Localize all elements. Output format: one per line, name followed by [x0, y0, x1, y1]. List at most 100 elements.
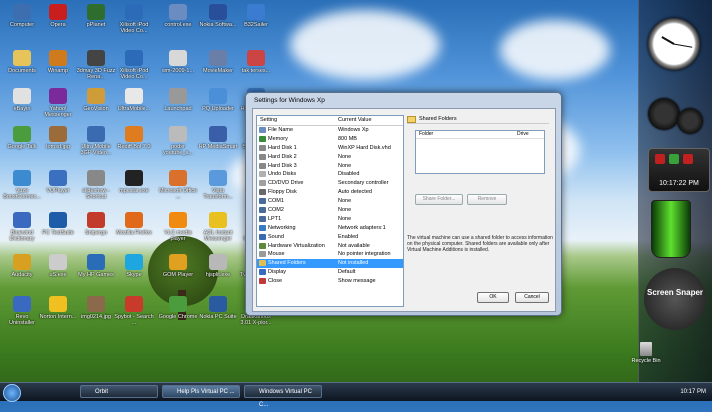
settings-row[interactable]: LPT1 None	[257, 215, 403, 224]
settings-row[interactable]: CD/DVD Drive Secondary controller	[257, 179, 403, 188]
desktop-icon[interactable]: B32Sailer	[236, 4, 276, 28]
desktop-icon[interactable]: My HP Games	[76, 254, 116, 278]
desktop-icon[interactable]: Revo Uninstaller	[2, 296, 42, 326]
minute-hand	[673, 43, 693, 48]
desktop-icon[interactable]: uS.exe	[38, 254, 78, 278]
settings-row[interactable]: File Name Windows Xp	[257, 126, 403, 135]
desktop-icon[interactable]: Vuze BoostConnec...	[2, 170, 42, 200]
desktop-icon[interactable]: hjsplit.exe	[198, 254, 238, 278]
screen-snaper-gadget[interactable]: Screen Snaper	[644, 268, 706, 330]
desktop-icon[interactable]: Documents	[2, 50, 42, 74]
desktop-icon[interactable]: img0214.jpg	[76, 296, 116, 320]
setting-value: No pointer integration	[338, 251, 391, 258]
settings-row[interactable]: COM1 None	[257, 197, 403, 206]
desktop-icon[interactable]: Opera	[38, 4, 78, 28]
settings-row[interactable]: COM2 None	[257, 206, 403, 215]
settings-row[interactable]: Memory 800 MB	[257, 135, 403, 144]
desktop-icon[interactable]: Audacity	[2, 254, 42, 278]
desktop-icon[interactable]: GeoVision	[76, 88, 116, 112]
desktop-icon[interactable]: Spybot - Search ...	[114, 296, 154, 326]
settings-row[interactable]: Mouse No pointer integration	[257, 250, 403, 259]
analog-clock-gadget[interactable]	[648, 18, 700, 70]
settings-row[interactable]: Hardware Virtualization Not available	[257, 242, 403, 251]
settings-icon[interactable]	[669, 154, 679, 164]
settings-row[interactable]: Shared Folders Not installed	[257, 259, 403, 269]
desktop-icon[interactable]: 3dmay 3D Fuzz Rena...	[76, 50, 116, 80]
desktop-icon-label: Vuze BoostConnec...	[3, 188, 41, 200]
recycle-bin-gadget[interactable]	[651, 200, 691, 258]
desktop-icon[interactable]: Bluewind Dictionary	[2, 212, 42, 242]
desktop-icon[interactable]: Microsoft Office ...	[158, 170, 198, 200]
settings-row[interactable]: Networking Network adapters:1	[257, 224, 403, 233]
settings-row[interactable]: Hard Disk 2 None	[257, 153, 403, 162]
settings-row[interactable]: Floppy Disk Auto detected	[257, 188, 403, 197]
desktop-icon[interactable]: MovieMaker	[198, 50, 238, 74]
task-orbit[interactable]: Orbit	[80, 385, 158, 398]
task-windows-virtual-pc[interactable]: Windows Virtual PC C...	[244, 385, 322, 408]
desktop-icon-label: control.exe	[164, 22, 192, 28]
desktop-icon[interactable]: mpcstar.exe	[114, 170, 154, 194]
desktop-icon[interactable]: Nokia Softwa...	[198, 4, 238, 28]
desktop-icon[interactable]: Snipergo	[76, 212, 116, 236]
desktop-icon[interactable]: eBayin	[2, 88, 42, 112]
desktop-icon[interactable]: GOM Player	[158, 254, 198, 278]
desktop-icon[interactable]: Vista Transform...	[198, 170, 238, 200]
digital-clock-gadget[interactable]: 10:17:22 PM	[648, 148, 710, 192]
ok-button[interactable]: OK	[477, 292, 509, 303]
power-icon[interactable]	[655, 154, 665, 164]
desktop-icon[interactable]: Yahoo! Messenger	[38, 88, 78, 118]
column-current-value[interactable]: Current Value	[335, 116, 403, 125]
desktop-icon[interactable]: VLC media player	[158, 212, 198, 242]
desktop-icon[interactable]: slideshow - Shortcut	[76, 170, 116, 200]
settings-row[interactable]: Sound Enabled	[257, 233, 403, 242]
task-help-virtual-pc[interactable]: Help Pls Virtual PC ...	[162, 385, 240, 398]
desktop-icon[interactable]: Skype	[114, 254, 154, 278]
desktop-icon[interactable]: Winamp	[38, 50, 78, 74]
settings-list[interactable]: Setting Current Value File Name Windows X…	[256, 115, 404, 307]
settings-row[interactable]: Undo Disks Disabled	[257, 170, 403, 179]
settings-window[interactable]: Settings for Windows Xp Setting Current …	[245, 92, 562, 316]
column-setting[interactable]: Setting	[257, 116, 335, 125]
desktop-icon[interactable]: Computer	[2, 4, 42, 28]
desktop-icon[interactable]: Google Talk	[2, 126, 42, 150]
desktop-icon-label: wm-2009-1...	[161, 68, 195, 74]
tray-clock[interactable]: 10:17 PM	[680, 386, 706, 398]
desktop-icon[interactable]: pPlanet	[76, 4, 116, 28]
desktop-icon[interactable]: Ultra Mobile 3GP Video...	[76, 126, 116, 156]
start-button[interactable]	[3, 384, 21, 402]
desktop-icon[interactable]: tomsd.jpg	[38, 126, 78, 150]
desktop-icon[interactable]: Mozilla Firefox	[114, 212, 154, 236]
desktop-icon[interactable]: PC TestSuite	[38, 212, 78, 236]
desktop-icon[interactable]: VUPlayer	[38, 170, 78, 194]
share-folder-button[interactable]: Share Folder...	[415, 194, 463, 205]
desktop-icon[interactable]: Norton Intern...	[38, 296, 78, 320]
desktop-icon[interactable]: AOL Instant Messenger	[198, 212, 238, 242]
desktop-icon[interactable]: control.exe	[158, 4, 198, 28]
desktop-icon[interactable]: wm-2009-1...	[158, 50, 198, 74]
column-folder[interactable]: Folder	[416, 131, 517, 138]
settings-row[interactable]: Display Default	[257, 268, 403, 277]
cancel-button[interactable]: Cancel	[515, 292, 549, 303]
desktop-icon[interactable]: Nokia PC Suite	[198, 296, 238, 320]
remove-button[interactable]: Remove	[467, 194, 507, 205]
desktop-icon[interactable]: UltraMobile...	[114, 88, 154, 112]
desktop-icon[interactable]: Launchpad	[158, 88, 198, 112]
desktop-icon[interactable]: HP MediaSmart	[198, 126, 238, 150]
desktop-icon[interactable]: tak terses...	[236, 50, 276, 74]
recycle-bin-icon[interactable]: Recycle Bin	[626, 342, 666, 364]
desktop-icon-label: eBayin	[13, 106, 31, 112]
desktop-icon[interactable]: Rediff Bol 7.0	[114, 126, 154, 150]
restart-icon[interactable]	[683, 154, 693, 164]
desktop-icon-label: Nokia PC Suite	[199, 314, 237, 320]
desktop-icon[interactable]: podsr youtube_a...	[158, 126, 198, 156]
settings-row[interactable]: Hard Disk 3 None	[257, 162, 403, 171]
desktop-icon[interactable]: Xilisoft iPod Video Co...	[114, 50, 154, 80]
shared-folders-table[interactable]: Folder Drive	[415, 130, 545, 174]
settings-row[interactable]: Hard Disk 1 WinXP Hard Disk.vhd	[257, 144, 403, 153]
desktop-icon[interactable]: PQ Uploader	[198, 88, 238, 112]
setting-value: None	[338, 153, 352, 160]
desktop-icon[interactable]: Google Chrome	[158, 296, 198, 320]
settings-row[interactable]: Close Show message	[257, 277, 403, 286]
desktop-icon[interactable]: Xilisoft iPod Video Co...	[114, 4, 154, 34]
column-drive[interactable]: Drive	[517, 131, 529, 138]
